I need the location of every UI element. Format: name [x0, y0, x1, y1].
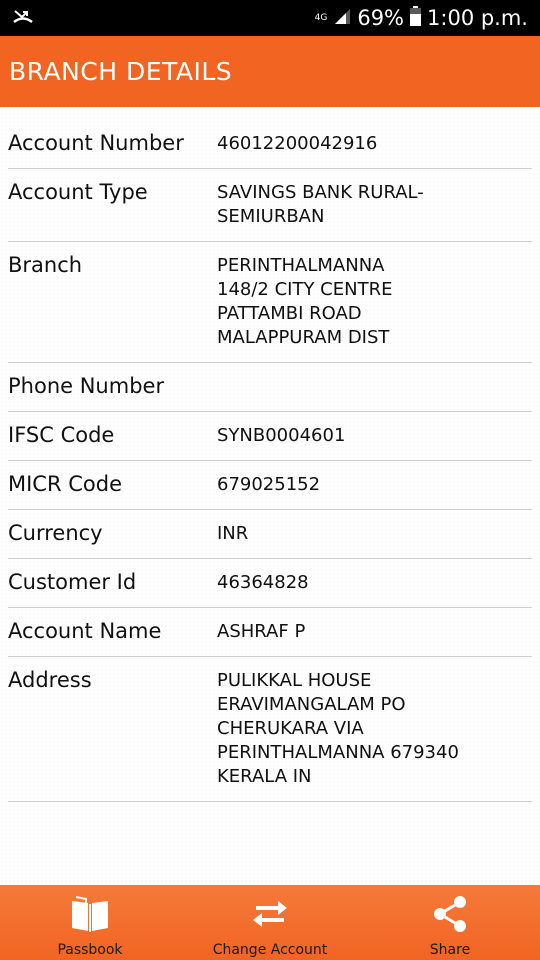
details-list: Account Number 46012200042916 Account Ty…: [8, 120, 532, 802]
detail-row-micr-code: MICR Code 679025152: [8, 461, 532, 510]
detail-value: INR: [217, 523, 249, 544]
detail-value: 46012200042916: [217, 133, 378, 154]
detail-value: ASHRAF P: [217, 621, 306, 642]
detail-value: [217, 374, 532, 399]
change-account-button[interactable]: Change Account: [180, 885, 360, 960]
detail-value: SAVINGS BANK RURAL- SEMIURBAN: [217, 182, 424, 227]
detail-row-customer-id: Customer Id 46364828: [8, 559, 532, 608]
detail-label: Branch: [8, 253, 83, 277]
detail-value: PULIKKAL HOUSE ERAVIMANGALAM PO CHERUKAR…: [217, 670, 459, 787]
book-icon: [70, 894, 110, 934]
bottom-nav: Passbook Change Account Share: [0, 885, 540, 960]
detail-value: 679025152: [217, 474, 321, 495]
detail-label: Phone Number: [8, 374, 165, 398]
detail-row-account-type: Account Type SAVINGS BANK RURAL- SEMIURB…: [8, 169, 532, 242]
network-type: 4G: [314, 12, 328, 23]
detail-row-branch: Branch PERINTHALMANNA 148/2 CITY CENTRE …: [8, 242, 532, 363]
missed-call-icon: [12, 8, 34, 28]
detail-label: Customer Id: [8, 570, 137, 594]
detail-value: PERINTHALMANNA 148/2 CITY CENTRE PATTAMB…: [217, 255, 393, 348]
detail-label: Account Number: [8, 131, 184, 155]
share-button[interactable]: Share: [360, 885, 540, 960]
share-label: Share: [429, 942, 471, 958]
app-bar: BRANCH DETAILS: [0, 36, 540, 107]
detail-row-account-number: Account Number 46012200042916: [8, 120, 532, 169]
detail-row-address: Address PULIKKAL HOUSE ERAVIMANGALAM PO …: [8, 657, 532, 802]
page-title: BRANCH DETAILS: [9, 57, 233, 86]
change-account-label: Change Account: [212, 942, 328, 958]
status-bar: 4G 69% 1:00 p.m.: [0, 0, 540, 36]
clock: 1:00 p.m.: [427, 6, 528, 30]
swap-arrows-icon: [250, 894, 290, 934]
share-icon: [431, 894, 469, 934]
detail-label: Address: [8, 668, 92, 692]
detail-row-account-name: Account Name ASHRAF P: [8, 608, 532, 657]
passbook-button[interactable]: Passbook: [0, 885, 180, 960]
detail-label: Account Name: [8, 619, 162, 643]
passbook-label: Passbook: [57, 942, 123, 958]
detail-label: Account Type: [8, 180, 148, 204]
detail-label: MICR Code: [8, 472, 123, 496]
detail-row-currency: Currency INR: [8, 510, 532, 559]
battery-percent: 69%: [357, 6, 405, 30]
detail-row-ifsc-code: IFSC Code SYNB0004601: [8, 412, 532, 461]
signal-icon: [333, 6, 351, 30]
detail-value: 46364828: [217, 572, 309, 593]
battery-icon: [410, 5, 422, 31]
detail-label: Currency: [8, 521, 103, 545]
detail-row-phone-number: Phone Number: [8, 363, 532, 412]
detail-value: SYNB0004601: [217, 425, 346, 446]
detail-label: IFSC Code: [8, 423, 115, 447]
